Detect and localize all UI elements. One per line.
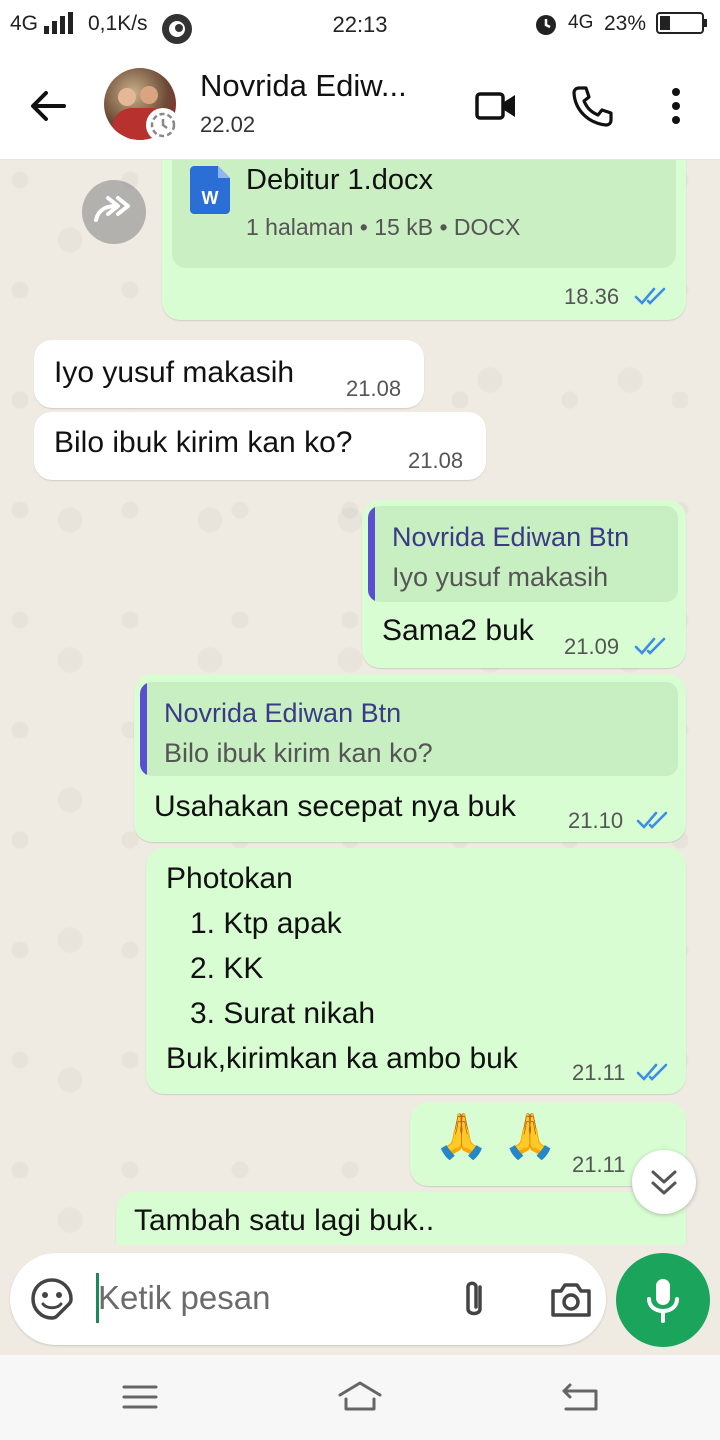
message-input[interactable] [98, 1275, 428, 1321]
system-nav-bar [0, 1355, 720, 1440]
quote-text: Bilo ibuk kirim kan ko? [164, 738, 433, 768]
message-document[interactable]: W Debitur 1.docx 1 halaman • 15 kB • DOC… [162, 160, 686, 320]
quoted-message[interactable]: Novrida Ediwan Btn Iyo yusuf makasih [368, 506, 678, 602]
quote-author: Novrida Ediwan Btn [392, 522, 630, 552]
message-outgoing-reply[interactable]: Novrida Ediwan Btn Bilo ibuk kirim kan k… [134, 674, 686, 842]
double-check-icon [634, 287, 666, 305]
list-item: 1. Ktp apak [190, 907, 342, 940]
quoted-message[interactable]: Novrida Ediwan Btn Bilo ibuk kirim kan k… [140, 682, 678, 776]
chat-header: Novrida Ediw... 22.02 [0, 50, 720, 160]
message-line: Buk,kirimkan ka ambo buk [166, 1042, 518, 1075]
word-doc-icon: W [190, 166, 230, 214]
message-incoming[interactable]: Bilo ibuk kirim kan ko? 21.08 [34, 412, 486, 480]
recent-apps-icon[interactable] [118, 1379, 162, 1415]
message-outgoing[interactable]: Photokan 1. Ktp apak 2. KK 3. Surat nika… [146, 848, 686, 1094]
document-name: Debitur 1.docx [246, 164, 433, 196]
status-ring-icon [146, 108, 180, 142]
phone-icon[interactable] [570, 84, 614, 128]
double-check-icon [634, 637, 666, 655]
quote-author: Novrida Ediwan Btn [164, 698, 402, 728]
emoji-text: 🙏🙏 [434, 1112, 572, 1161]
message-incoming[interactable]: Iyo yusuf makasih 21.08 [34, 340, 424, 408]
message-time: 21.11 [572, 1152, 626, 1177]
double-check-icon [636, 1063, 668, 1081]
mic-icon [647, 1279, 679, 1323]
quote-bar [140, 682, 147, 776]
message-text: Iyo yusuf makasih [54, 356, 295, 389]
message-time: 21.10 [568, 808, 624, 833]
paperclip-icon[interactable] [452, 1277, 496, 1323]
chevron-double-down-icon [651, 1170, 677, 1195]
message-time: 21.09 [564, 634, 620, 659]
message-time: 18.36 [564, 284, 620, 309]
message-text: Bilo ibuk kirim kan ko? [54, 426, 353, 459]
quote-text: Iyo yusuf makasih [392, 562, 609, 592]
double-check-icon [636, 811, 668, 829]
camera-icon[interactable] [548, 1277, 594, 1323]
document-meta: 1 halaman • 15 kB • DOCX [246, 214, 521, 240]
document-card[interactable]: W Debitur 1.docx 1 halaman • 15 kB • DOC… [172, 160, 676, 268]
back-icon[interactable] [558, 1379, 602, 1415]
battery-percent: 23% [604, 12, 647, 35]
message-text: Sama2 buk [382, 614, 534, 647]
message-input-container[interactable] [10, 1253, 606, 1345]
back-arrow-icon[interactable] [26, 84, 70, 128]
contact-status: 22.02 [200, 112, 256, 137]
message-time: 21.08 [408, 448, 464, 473]
network-type-right: 4G [568, 12, 594, 33]
message-time: 21.08 [346, 376, 402, 401]
chat-area[interactable]: W Debitur 1.docx 1 halaman • 15 kB • DOC… [0, 160, 720, 1245]
list-item: 2. KK [190, 952, 264, 985]
message-outgoing-reply[interactable]: Novrida Ediwan Btn Iyo yusuf makasih Sam… [362, 500, 686, 668]
message-text: Usahakan secepat nya buk [154, 790, 516, 823]
home-icon[interactable] [336, 1379, 384, 1415]
video-call-icon[interactable] [474, 84, 518, 128]
mic-button[interactable] [616, 1253, 710, 1347]
forward-button[interactable] [82, 180, 146, 244]
alarm-icon [536, 15, 556, 35]
status-bar: 4G 0,1K/s 22:13 4G 23% [0, 0, 720, 50]
message-time: 21.11 [572, 1060, 626, 1085]
composer [0, 1245, 720, 1355]
more-vert-icon[interactable] [654, 84, 698, 128]
sticker-icon[interactable] [30, 1277, 74, 1321]
scroll-down-button[interactable] [632, 1150, 696, 1214]
battery-icon [656, 12, 707, 34]
message-line: Photokan [166, 862, 293, 895]
message-text: Tambah satu lagi buk.. [134, 1204, 435, 1237]
quote-bar [368, 506, 375, 602]
list-item: 3. Surat nikah [190, 997, 376, 1030]
message-outgoing[interactable]: Tambah satu lagi buk.. [116, 1192, 686, 1245]
forward-icon [94, 196, 130, 222]
contact-name[interactable]: Novrida Ediw... [200, 68, 407, 104]
svg-text:W: W [202, 188, 219, 208]
